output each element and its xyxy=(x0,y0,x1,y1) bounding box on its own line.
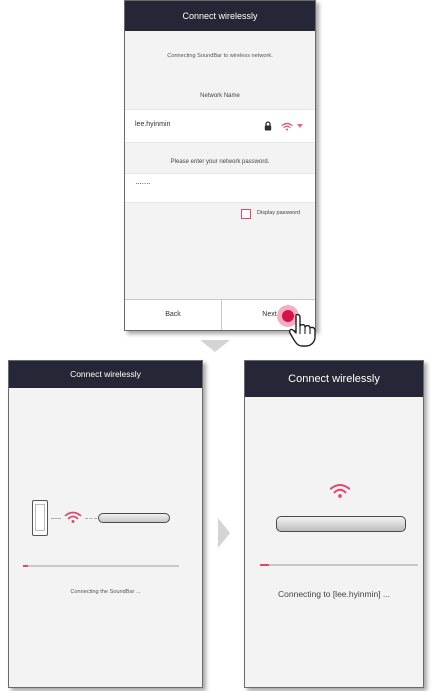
network-password-screen: Connect wirelessly Connecting SoundBar t… xyxy=(124,0,316,331)
wifi-icon xyxy=(281,122,293,131)
arrow-right-icon xyxy=(218,518,230,548)
password-label: Please enter your network password. xyxy=(170,159,270,165)
network-name-value: lee.hyinmin xyxy=(135,121,171,128)
network-name-label: Network Name xyxy=(200,93,240,99)
screen-title: Connect wirelessly xyxy=(245,361,423,397)
screen-title: Connect wirelessly xyxy=(125,1,315,31)
password-value: ······· xyxy=(135,179,151,188)
progress-fill xyxy=(23,565,28,567)
lock-icon xyxy=(264,121,272,131)
wifi-icon xyxy=(329,483,351,498)
display-password-label: Display password xyxy=(257,210,301,216)
connecting-network-screen: Connect wirelessly Connecting to [lee.hy… xyxy=(244,360,424,688)
soundbar-icon xyxy=(276,516,406,532)
screen-title: Connect wirelessly xyxy=(9,361,202,388)
display-password-checkbox[interactable] xyxy=(241,209,251,219)
pointing-hand-icon xyxy=(288,313,316,347)
progress-bar xyxy=(23,565,179,567)
password-input[interactable]: ······· xyxy=(125,173,315,203)
connection-line xyxy=(85,518,97,519)
phone-icon xyxy=(32,500,48,536)
wifi-icon xyxy=(64,511,82,523)
soundbar-icon xyxy=(98,513,170,523)
progress-fill xyxy=(260,564,270,566)
network-select[interactable]: lee.hyinmin xyxy=(125,109,315,143)
arrow-down-icon xyxy=(200,340,230,352)
back-button[interactable]: Back xyxy=(125,300,221,330)
dropdown-arrow-icon[interactable] xyxy=(297,124,303,128)
intro-text: Connecting SoundBar to wireless network. xyxy=(167,53,273,59)
connection-line xyxy=(51,518,61,519)
progress-bar xyxy=(260,564,418,566)
connecting-soundbar-screen: Connect wirelessly Connecting the SoundB… xyxy=(8,360,203,688)
status-text: Connecting the SoundBar ... xyxy=(70,589,141,595)
status-text: Connecting to [lee.hyinmin] ... xyxy=(278,589,390,599)
